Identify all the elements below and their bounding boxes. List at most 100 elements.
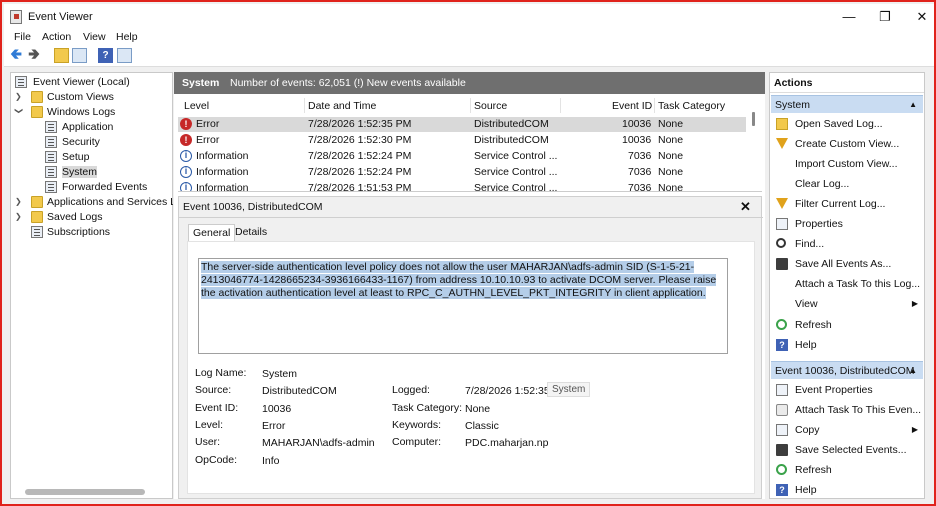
menu-file[interactable]: File bbox=[14, 31, 31, 43]
cell-event-id: 7036 bbox=[628, 166, 652, 178]
events-vertical-scrollbar[interactable] bbox=[752, 112, 755, 126]
tree-forwarded-events[interactable]: Forwarded Events bbox=[45, 180, 173, 195]
action-label: Help bbox=[795, 339, 817, 351]
tree-horizontal-scrollbar[interactable] bbox=[25, 489, 145, 495]
tree-security[interactable]: Security bbox=[45, 135, 173, 150]
tree-saved-logs[interactable]: ❯ Saved Logs bbox=[15, 210, 173, 225]
show-hide-action-pane-icon[interactable] bbox=[117, 48, 132, 63]
action-refresh[interactable]: Refresh bbox=[770, 316, 924, 334]
minimize-icon[interactable]: — bbox=[840, 9, 858, 25]
action-attach-task-log[interactable]: Attach a Task To this Log... bbox=[770, 275, 924, 293]
action-filter-current-log[interactable]: Filter Current Log... bbox=[770, 195, 924, 213]
action-clear-log[interactable]: Clear Log... bbox=[770, 175, 924, 193]
tree-root[interactable]: Event Viewer (Local) bbox=[15, 75, 173, 90]
col-task-category[interactable]: Task Category bbox=[658, 100, 725, 112]
save-icon bbox=[776, 258, 788, 270]
menu-view[interactable]: View bbox=[83, 31, 106, 43]
action-label: Copy bbox=[795, 424, 820, 436]
user-value: MAHARJAN\adfs-admin bbox=[262, 437, 375, 449]
action-save-selected-events[interactable]: Save Selected Events... bbox=[770, 441, 924, 459]
table-row[interactable]: i Information 7/28/2026 1:51:53 PM Servi… bbox=[178, 181, 746, 191]
event-detail-pane: Event 10036, DistributedCOM ✕ General De… bbox=[178, 196, 763, 499]
action-copy[interactable]: Copy ▶ bbox=[770, 421, 924, 439]
window-title: Event Viewer bbox=[28, 11, 93, 23]
action-find[interactable]: Find... bbox=[770, 235, 924, 253]
info-icon: i bbox=[180, 150, 192, 162]
forward-arrow-icon[interactable]: 🢂 bbox=[28, 47, 43, 63]
tab-details[interactable]: Details bbox=[231, 224, 271, 242]
cell-level: Information bbox=[196, 166, 249, 178]
actions-section-system[interactable]: System ▲ bbox=[771, 95, 923, 113]
collapse-caret-icon[interactable]: ▲ bbox=[909, 96, 917, 114]
tree-application[interactable]: Application bbox=[45, 120, 173, 135]
help-icon[interactable]: ? bbox=[98, 48, 113, 63]
chevron-right-icon[interactable]: ❯ bbox=[15, 212, 23, 221]
folder-icon bbox=[31, 196, 43, 208]
table-row[interactable]: i Information 7/28/2026 1:52:24 PM Servi… bbox=[178, 165, 746, 180]
tree-system-label: System bbox=[62, 166, 98, 178]
action-refresh-event[interactable]: Refresh bbox=[770, 461, 924, 479]
maximize-icon[interactable]: ❐ bbox=[876, 9, 894, 25]
tree-saved-logs-label: Saved Logs bbox=[47, 211, 103, 223]
action-label: Event Properties bbox=[795, 384, 873, 396]
action-label: Find... bbox=[795, 238, 825, 250]
back-arrow-icon[interactable]: 🢀 bbox=[10, 47, 25, 63]
cell-task: None bbox=[658, 166, 684, 178]
action-label: Clear Log... bbox=[795, 178, 850, 190]
table-row[interactable]: ! Error 7/28/2026 1:52:30 PM Distributed… bbox=[178, 133, 746, 148]
close-icon[interactable]: ✕ bbox=[740, 199, 751, 215]
action-attach-task-event[interactable]: Attach Task To This Even... bbox=[770, 401, 924, 419]
cell-event-id: 10036 bbox=[622, 134, 652, 146]
col-event-id[interactable]: Event ID bbox=[612, 100, 652, 112]
menu-help[interactable]: Help bbox=[116, 31, 138, 43]
action-open-saved-log[interactable]: Open Saved Log... bbox=[770, 115, 924, 133]
table-row[interactable]: i Information 7/28/2026 1:52:24 PM Servi… bbox=[178, 149, 746, 164]
col-level[interactable]: Level bbox=[184, 100, 209, 112]
action-event-properties[interactable]: Event Properties bbox=[770, 381, 924, 399]
action-help[interactable]: ? Help bbox=[770, 336, 924, 354]
chevron-right-icon[interactable]: ❯ bbox=[15, 92, 23, 101]
tree-windows-logs[interactable]: ❯ Windows Logs bbox=[15, 105, 173, 120]
menu-action[interactable]: Action bbox=[42, 31, 71, 43]
event-viewer-icon bbox=[15, 76, 27, 88]
column-divider[interactable] bbox=[654, 98, 655, 113]
up-folder-icon[interactable] bbox=[54, 48, 69, 63]
log-title: System bbox=[182, 77, 220, 89]
actions-header: Actions bbox=[770, 73, 924, 93]
action-import-custom-view[interactable]: Import Custom View... bbox=[770, 155, 924, 173]
cell-source: Service Control ... bbox=[474, 150, 558, 162]
event-message-box[interactable]: The server-side authentication level pol… bbox=[198, 258, 728, 354]
action-create-custom-view[interactable]: Create Custom View... bbox=[770, 135, 924, 153]
table-row[interactable]: ! Error 7/28/2026 1:52:35 PM Distributed… bbox=[178, 117, 746, 132]
close-icon[interactable]: ✕ bbox=[913, 9, 931, 25]
properties-icon bbox=[776, 218, 788, 230]
actions-section-event[interactable]: Event 10036, DistributedCOM ▲ bbox=[771, 361, 923, 379]
toolbar: 🢀 🢂 ? bbox=[4, 45, 934, 67]
chevron-down-icon[interactable]: ❯ bbox=[15, 108, 24, 116]
source-label: Source: bbox=[195, 384, 232, 396]
cell-datetime: 7/28/2026 1:52:35 PM bbox=[308, 118, 412, 130]
action-help-event[interactable]: ? Help bbox=[770, 481, 924, 499]
tree-setup[interactable]: Setup bbox=[45, 150, 173, 165]
tree-custom-views[interactable]: ❯ Custom Views bbox=[15, 90, 173, 105]
show-hide-tree-icon[interactable] bbox=[72, 48, 87, 63]
col-source[interactable]: Source bbox=[474, 100, 507, 112]
tree-system[interactable]: System bbox=[45, 165, 173, 180]
action-view[interactable]: View ▶ bbox=[770, 295, 924, 313]
action-properties[interactable]: Properties bbox=[770, 215, 924, 233]
chevron-right-icon[interactable]: ❯ bbox=[15, 197, 23, 206]
column-divider[interactable] bbox=[304, 98, 305, 113]
tree-apps-services[interactable]: ❯ Applications and Services Log bbox=[15, 195, 173, 210]
collapse-caret-icon[interactable]: ▲ bbox=[909, 362, 917, 380]
col-datetime[interactable]: Date and Time bbox=[308, 100, 376, 112]
cell-datetime: 7/28/2026 1:51:53 PM bbox=[308, 182, 412, 191]
action-save-all-events[interactable]: Save All Events As... bbox=[770, 255, 924, 273]
tab-general[interactable]: General bbox=[188, 224, 236, 242]
tree-root-label: Event Viewer (Local) bbox=[33, 76, 130, 88]
tree-subscriptions[interactable]: Subscriptions bbox=[15, 225, 173, 240]
cell-task: None bbox=[658, 134, 684, 146]
column-divider[interactable] bbox=[560, 98, 561, 113]
cell-task: None bbox=[658, 150, 684, 162]
column-divider[interactable] bbox=[470, 98, 471, 113]
opcode-value: Info bbox=[262, 455, 280, 467]
